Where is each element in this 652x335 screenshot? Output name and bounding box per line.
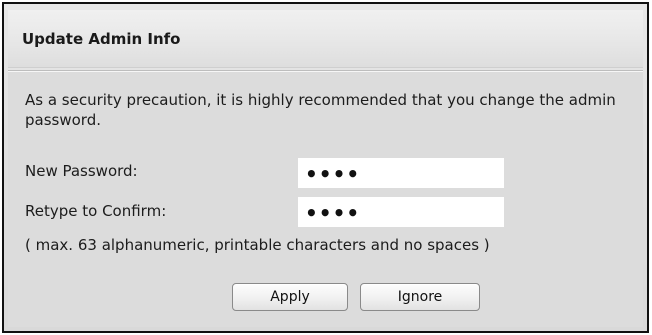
dialog-title: Update Admin Info [22,30,181,48]
header-divider [8,70,643,71]
new-password-input[interactable]: •••• [298,158,504,188]
password-hint: ( max. 63 alphanumeric, printable charac… [25,236,490,254]
security-message: As a security precaution, it is highly r… [25,91,616,129]
apply-button[interactable]: Apply [232,283,348,311]
confirm-password-label: Retype to Confirm: [25,202,167,220]
ignore-button[interactable]: Ignore [360,283,480,311]
new-password-label: New Password: [25,162,138,180]
confirm-password-input[interactable]: •••• [298,197,504,227]
